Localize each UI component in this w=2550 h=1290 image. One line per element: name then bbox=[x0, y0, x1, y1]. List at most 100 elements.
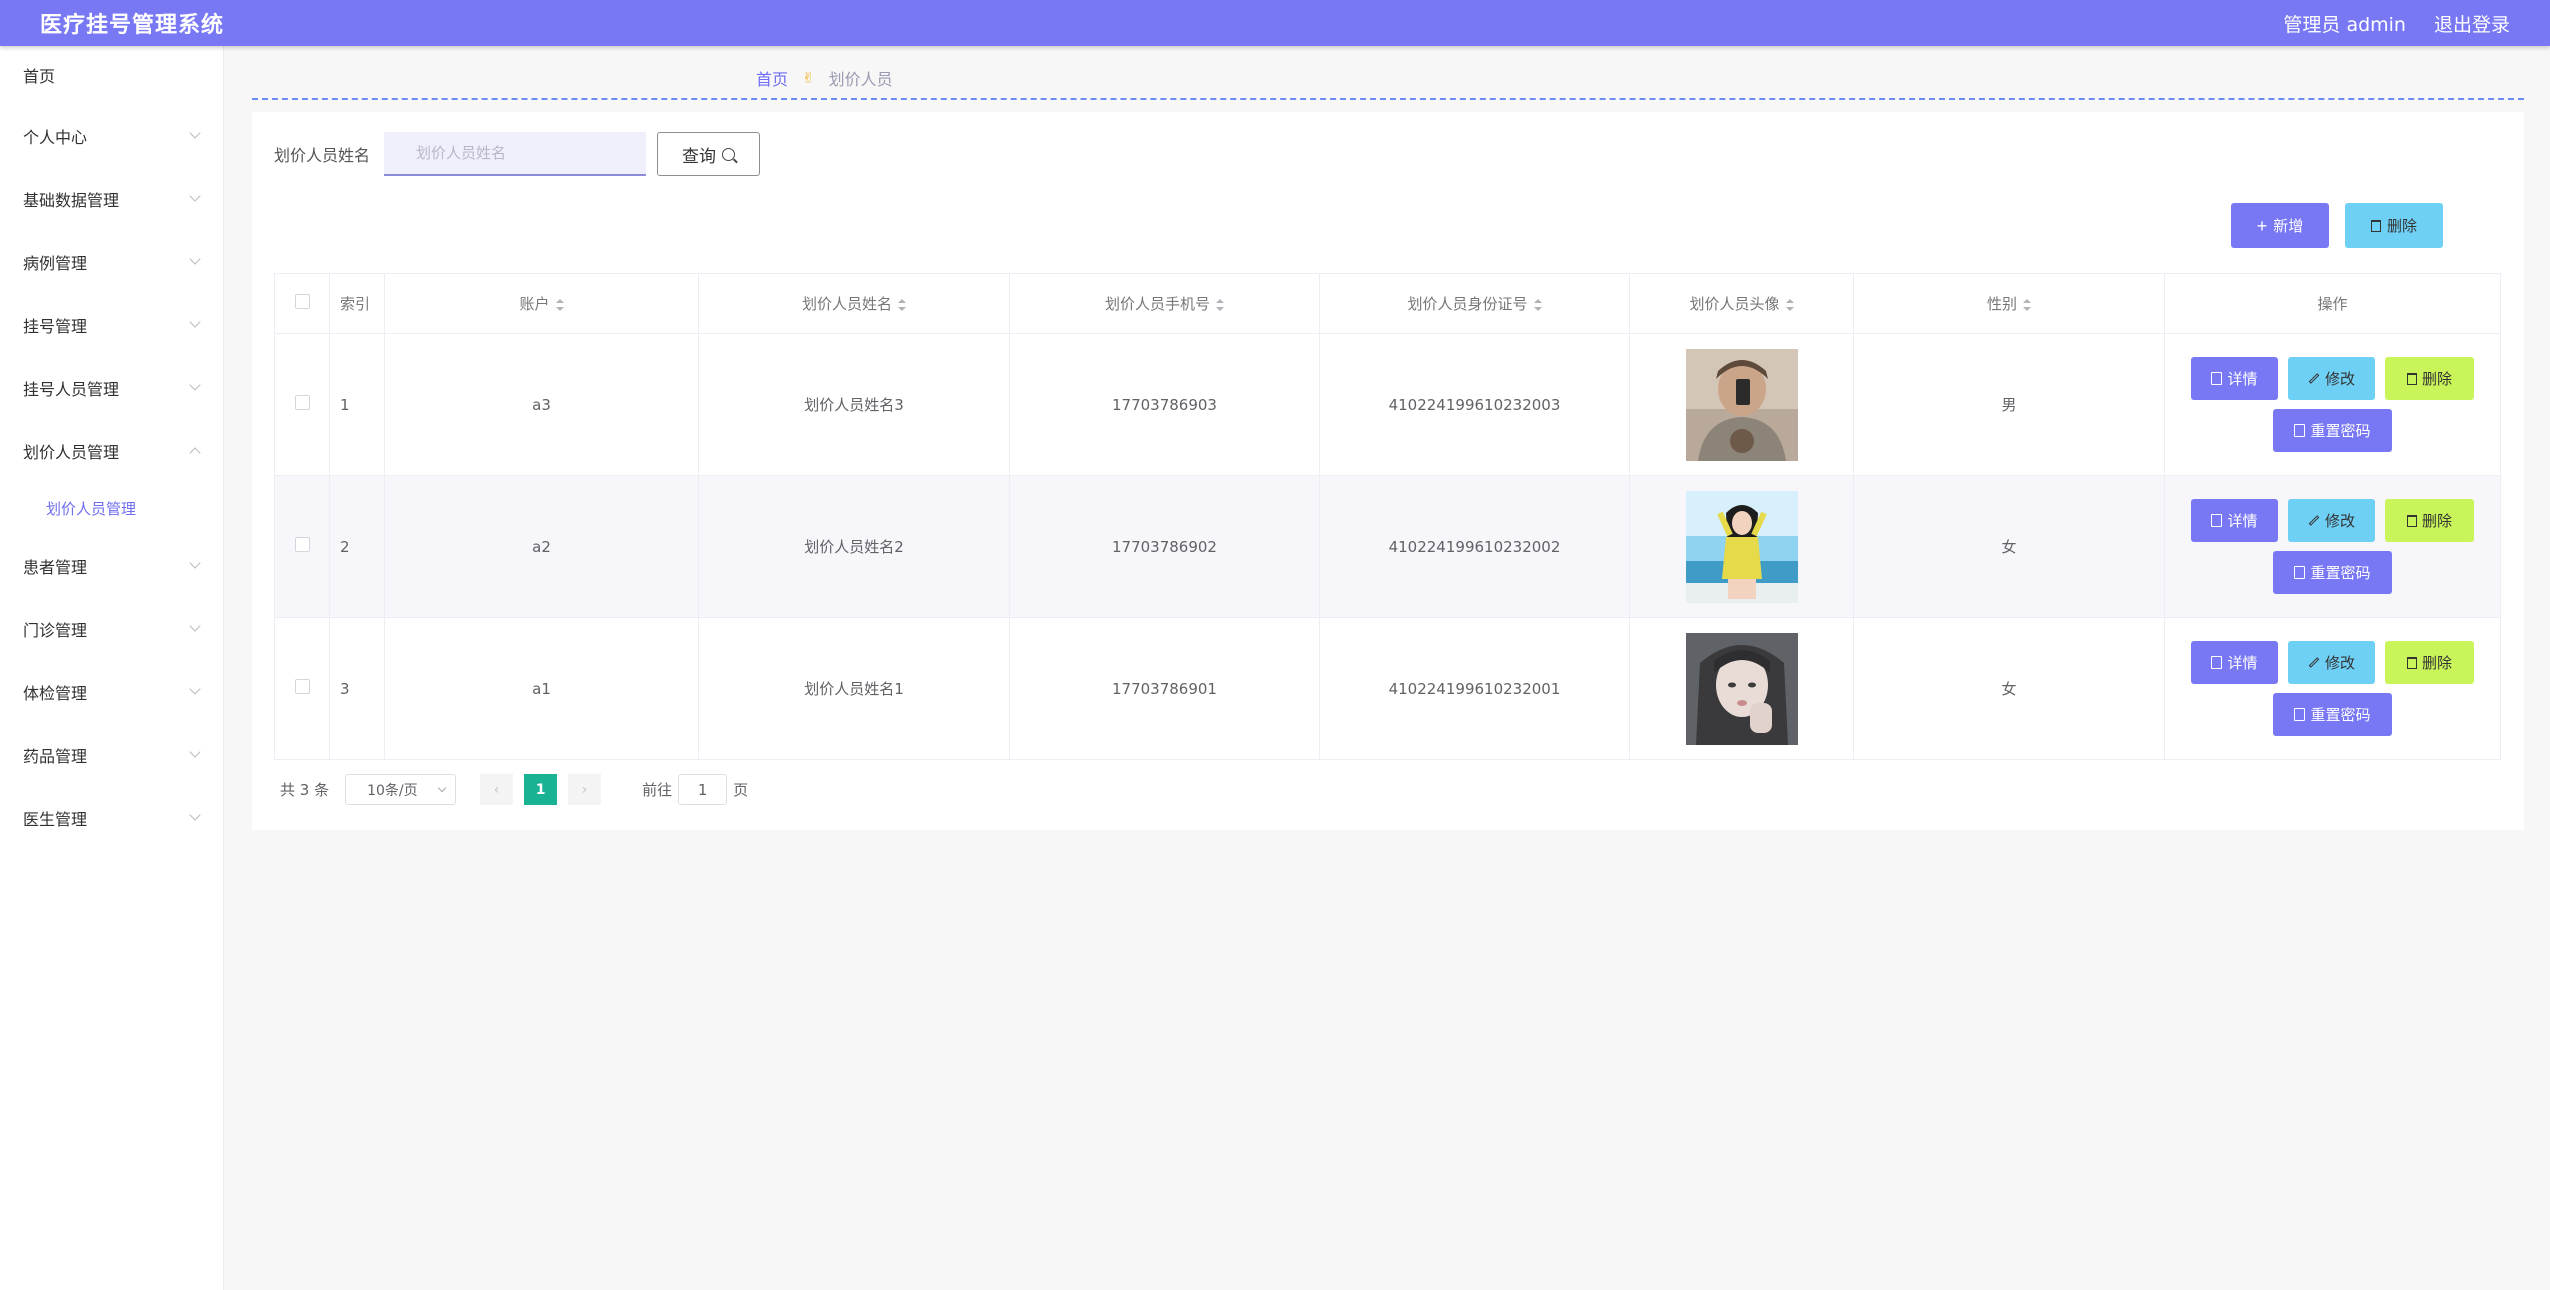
cell-account: a1 bbox=[384, 617, 699, 760]
sidebar-item-label: 基础数据管理 bbox=[23, 190, 120, 210]
sidebar-item-doctors[interactable]: 医生管理 bbox=[0, 786, 223, 849]
delete-label: 删除 bbox=[2421, 513, 2452, 530]
search-icon bbox=[722, 147, 736, 161]
breadcrumb-divider bbox=[252, 98, 2524, 100]
batch-delete-button[interactable]: 删除 bbox=[2345, 203, 2443, 248]
reset-password-button[interactable]: 重置密码 bbox=[2273, 693, 2392, 736]
page-number-current[interactable]: 1 bbox=[524, 774, 558, 805]
sort-icon[interactable] bbox=[1785, 298, 1794, 311]
column-header-account[interactable]: 账户 bbox=[384, 273, 699, 334]
delete-button[interactable]: 删除 bbox=[2385, 357, 2474, 400]
column-header-gender[interactable]: 性别 bbox=[1853, 273, 2165, 334]
sort-icon[interactable] bbox=[1533, 298, 1542, 311]
search-input[interactable] bbox=[384, 132, 647, 176]
row-actions: 详情 修改 删除 重置密码 bbox=[2165, 357, 2500, 452]
sort-icon[interactable] bbox=[1216, 298, 1224, 311]
next-page-button[interactable]: › bbox=[568, 774, 602, 805]
avatar-photo[interactable] bbox=[1685, 490, 1798, 603]
detail-label: 详情 bbox=[2227, 371, 2258, 388]
row-checkbox[interactable] bbox=[294, 395, 310, 410]
sidebar-item-registration[interactable]: 挂号管理 bbox=[0, 293, 223, 356]
sidebar-item-cases[interactable]: 病例管理 bbox=[0, 230, 223, 293]
cell-phone: 17703786902 bbox=[1009, 475, 1320, 618]
sort-icon[interactable] bbox=[898, 298, 906, 311]
sidebar-item-medicine[interactable]: 药品管理 bbox=[0, 723, 223, 786]
search-label: 划价人员姓名 bbox=[274, 146, 371, 165]
reset-password-button[interactable]: 重置密码 bbox=[2273, 409, 2392, 452]
trash-icon bbox=[2406, 372, 2417, 385]
table-row: 3 a1 划价人员姓名1 17703786901 410224199610232… bbox=[274, 617, 2501, 760]
delete-button[interactable]: 删除 bbox=[2385, 641, 2474, 684]
chevron-down-icon bbox=[189, 682, 201, 695]
row-select-cell bbox=[274, 475, 330, 618]
detail-button[interactable]: 详情 bbox=[2191, 641, 2278, 684]
detail-label: 详情 bbox=[2227, 655, 2258, 672]
reset-password-button[interactable]: 重置密码 bbox=[2273, 551, 2392, 594]
sidebar-item-patients[interactable]: 患者管理 bbox=[0, 534, 223, 597]
column-header-idcard[interactable]: 划价人员身份证号 bbox=[1319, 273, 1630, 334]
edit-label: 修改 bbox=[2324, 371, 2355, 388]
logout-link[interactable]: 退出登录 bbox=[2434, 10, 2510, 37]
delete-button[interactable]: 删除 bbox=[2385, 499, 2474, 542]
goto-page-input[interactable] bbox=[678, 774, 728, 805]
edit-button[interactable]: 修改 bbox=[2288, 499, 2375, 542]
edit-button[interactable]: 修改 bbox=[2288, 641, 2375, 684]
column-header-label: 划价人员头像 bbox=[1689, 295, 1780, 313]
sidebar-item-label: 体检管理 bbox=[23, 683, 88, 703]
chevron-down-icon bbox=[189, 315, 201, 328]
cell-ops: 详情 修改 删除 重置密码 bbox=[2164, 617, 2501, 760]
sidebar-item-label: 个人中心 bbox=[23, 127, 88, 147]
prev-page-button[interactable]: ‹ bbox=[480, 774, 514, 805]
document-icon bbox=[2211, 514, 2223, 527]
detail-label: 详情 bbox=[2227, 513, 2258, 530]
row-checkbox[interactable] bbox=[294, 679, 310, 694]
app-title: 医疗挂号管理系统 bbox=[40, 13, 225, 38]
sidebar: 首页 个人中心 基础数据管理 病例管理 挂号管理 挂号人员管理 划价人员管理 划… bbox=[0, 46, 224, 1290]
sidebar-item-outpatient[interactable]: 门诊管理 bbox=[0, 597, 223, 660]
column-header-label: 性别 bbox=[1986, 295, 2017, 313]
sidebar-item-label: 医生管理 bbox=[23, 809, 88, 829]
edit-button[interactable]: 修改 bbox=[2288, 357, 2375, 400]
sidebar-item-basic-data[interactable]: 基础数据管理 bbox=[0, 167, 223, 230]
breadcrumb-home[interactable]: 首页 bbox=[756, 66, 788, 90]
document-icon bbox=[2294, 566, 2306, 579]
sidebar-item-registration-staff[interactable]: 挂号人员管理 bbox=[0, 356, 223, 419]
avatar-photo[interactable] bbox=[1685, 348, 1798, 461]
column-header-avatar[interactable]: 划价人员头像 bbox=[1629, 273, 1854, 334]
detail-button[interactable]: 详情 bbox=[2191, 499, 2278, 542]
page-size-select[interactable]: 10条/页 bbox=[345, 774, 457, 805]
row-actions: 详情 修改 删除 重置密码 bbox=[2165, 499, 2500, 594]
sidebar-item-personal-center[interactable]: 个人中心 bbox=[0, 104, 223, 167]
cell-gender: 女 bbox=[1853, 617, 2165, 760]
chevron-down-icon bbox=[189, 252, 201, 265]
breadcrumb-current: 划价人员 bbox=[828, 70, 893, 89]
row-checkbox[interactable] bbox=[294, 537, 310, 552]
cell-name: 划价人员姓名1 bbox=[698, 617, 1010, 760]
column-header-phone[interactable]: 划价人员手机号 bbox=[1009, 273, 1320, 334]
current-user[interactable]: 管理员 admin bbox=[2283, 10, 2406, 37]
row-select-cell bbox=[274, 617, 330, 760]
reset-password-label: 重置密码 bbox=[2310, 565, 2371, 582]
query-button[interactable]: 查询 bbox=[657, 132, 761, 176]
select-all-cell bbox=[274, 273, 330, 334]
sort-icon[interactable] bbox=[2023, 298, 2031, 311]
sidebar-item-pricing-staff[interactable]: 划价人员管理 bbox=[0, 419, 223, 482]
cell-avatar bbox=[1629, 617, 1854, 760]
sidebar-subitem-pricing-staff[interactable]: 划价人员管理 bbox=[0, 482, 223, 534]
cell-idcard: 410224199610232001 bbox=[1319, 617, 1630, 760]
chevron-left-icon: ‹ bbox=[493, 781, 500, 798]
sidebar-item-label: 挂号管理 bbox=[23, 316, 88, 336]
column-header-name[interactable]: 划价人员姓名 bbox=[698, 273, 1010, 334]
sort-icon[interactable] bbox=[555, 298, 564, 311]
select-all-checkbox[interactable] bbox=[294, 294, 310, 309]
column-header-label: 划价人员身份证号 bbox=[1407, 295, 1528, 313]
avatar-photo[interactable] bbox=[1685, 632, 1798, 745]
sidebar-item-physical-exam[interactable]: 体检管理 bbox=[0, 660, 223, 723]
cell-index: 1 bbox=[329, 333, 385, 476]
row-actions-line: 详情 修改 删除 bbox=[2191, 499, 2474, 542]
trash-icon bbox=[2406, 514, 2417, 527]
add-button[interactable]: + 新增 bbox=[2231, 203, 2329, 248]
sidebar-item-home[interactable]: 首页 bbox=[0, 46, 223, 104]
detail-button[interactable]: 详情 bbox=[2191, 357, 2278, 400]
cell-index: 2 bbox=[329, 475, 385, 618]
